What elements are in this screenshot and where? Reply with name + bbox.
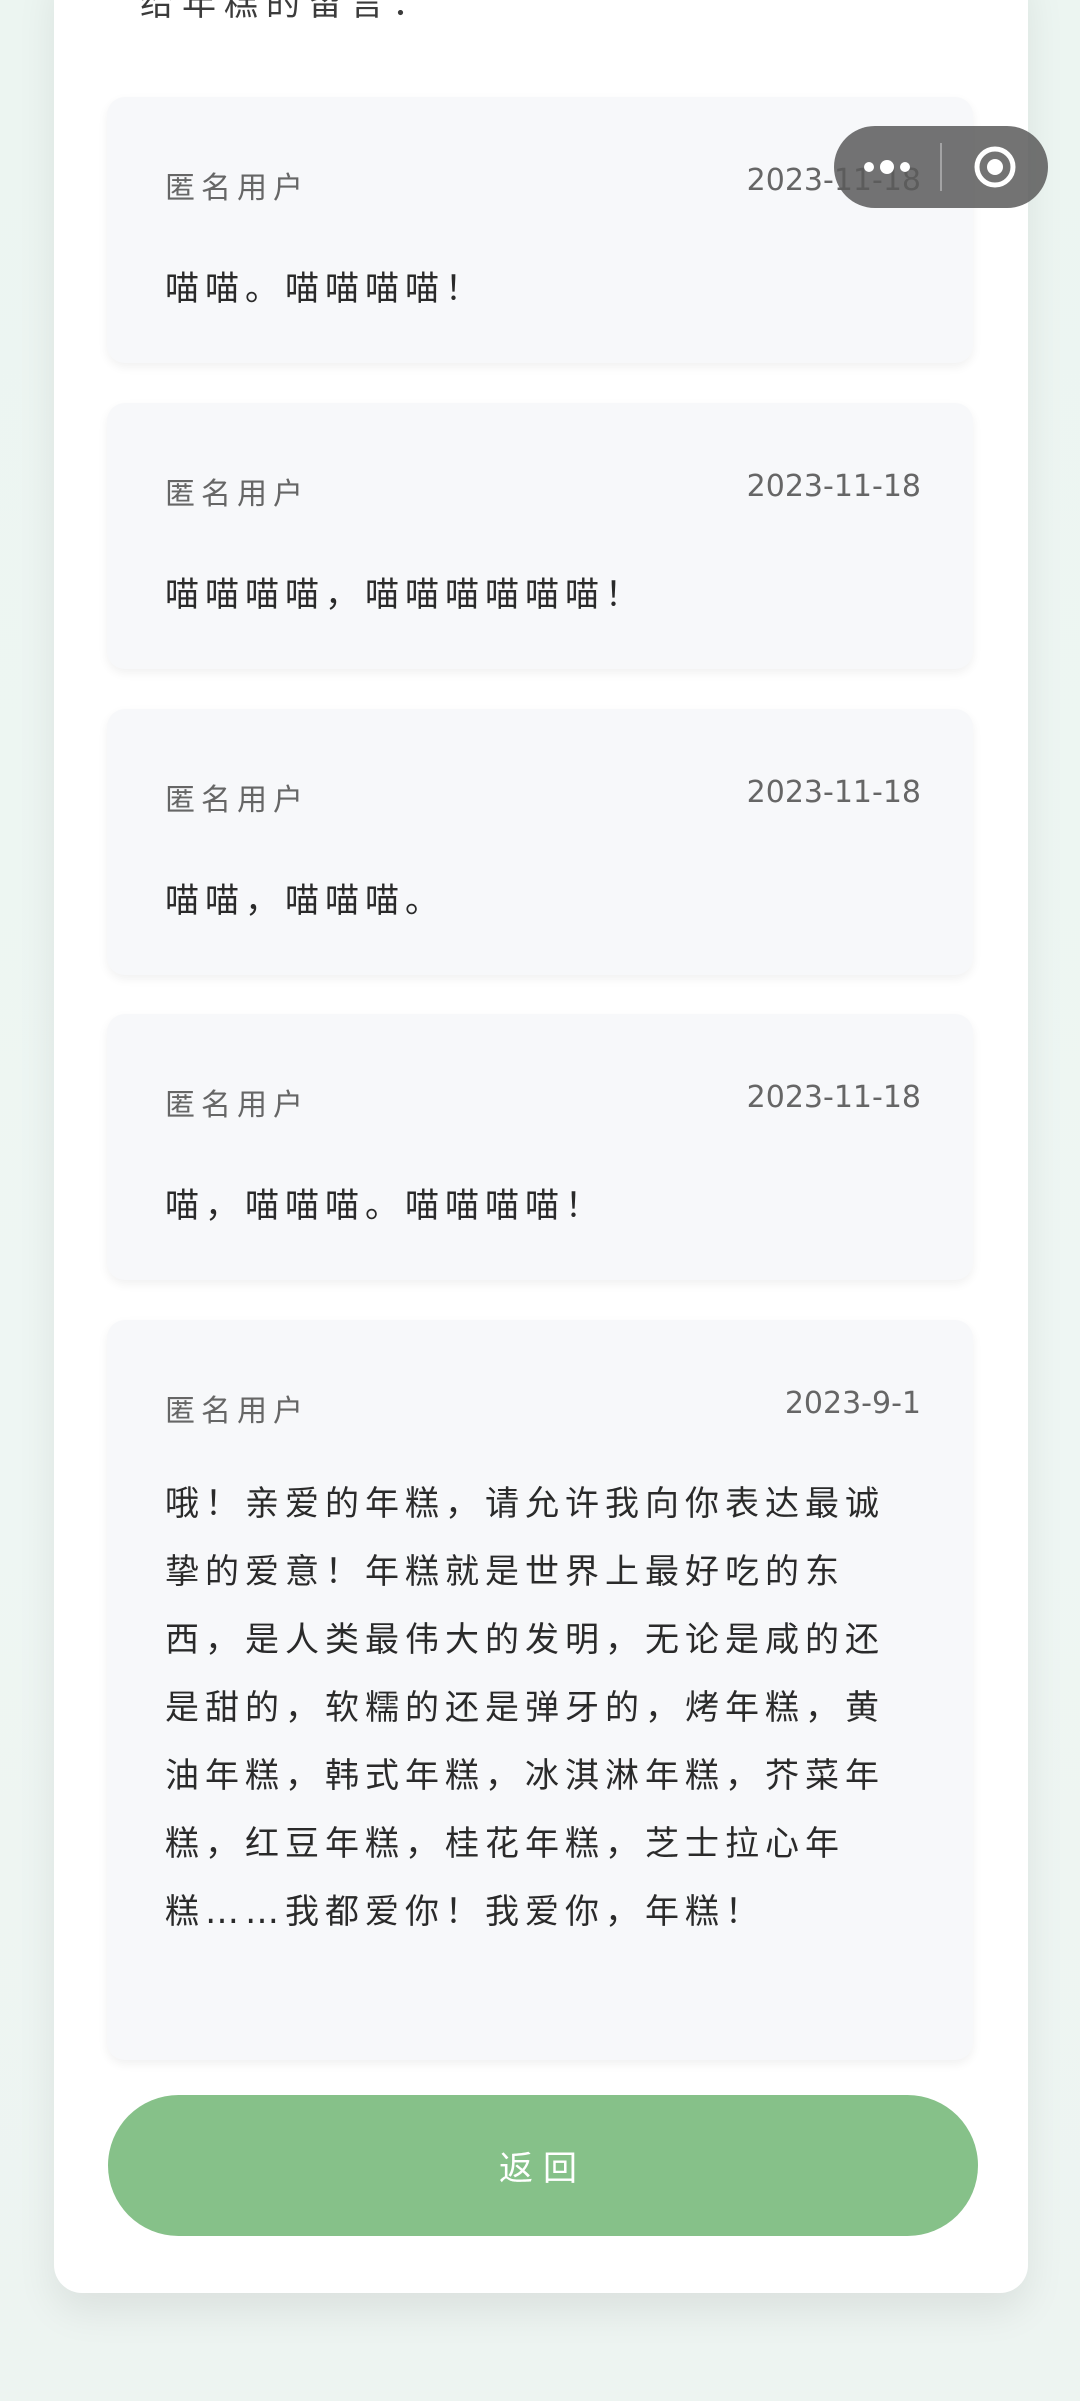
comment-user: 匿名用户 [165, 1088, 309, 1123]
comment-user: 匿名用户 [165, 783, 309, 818]
comment-text: 喵，喵喵喵。喵喵喵喵！ [165, 1186, 605, 1226]
section-heading: 给年糕的留言： [140, 0, 434, 24]
more-dots-icon[interactable] [834, 126, 940, 208]
comment-text: 喵喵。喵喵喵喵！ [165, 269, 485, 309]
comment-user: 匿名用户 [165, 1394, 309, 1429]
back-button[interactable]: 返回 [108, 2095, 978, 2236]
comment-card: 匿名用户 2023-11-18 喵喵喵喵，喵喵喵喵喵喵！ [107, 403, 973, 669]
target-circle-icon[interactable] [942, 126, 1048, 208]
comment-card: 匿名用户 2023-9-1 哦！亲爱的年糕，请允许我向你表达最诚挚的爱意！年糕就… [107, 1320, 973, 2060]
comment-user: 匿名用户 [165, 477, 309, 512]
miniapp-capsule [834, 126, 1048, 208]
comment-text: 哦！亲爱的年糕，请允许我向你表达最诚挚的爱意！年糕就是世界上最好吃的东西，是人类… [165, 1484, 885, 1932]
comment-date: 2023-11-18 [746, 1080, 921, 1115]
comment-card: 匿名用户 2023-11-18 喵喵，喵喵喵。 [107, 709, 973, 975]
comment-date: 2023-11-18 [746, 469, 921, 504]
comment-text: 喵喵，喵喵喵。 [165, 881, 445, 921]
comment-text: 喵喵喵喵，喵喵喵喵喵喵！ [165, 575, 645, 615]
comment-user: 匿名用户 [165, 171, 309, 206]
comment-date: 2023-9-1 [784, 1386, 921, 1421]
comment-card: 匿名用户 2023-11-18 喵，喵喵喵。喵喵喵喵！ [107, 1014, 973, 1280]
comment-date: 2023-11-18 [746, 775, 921, 810]
